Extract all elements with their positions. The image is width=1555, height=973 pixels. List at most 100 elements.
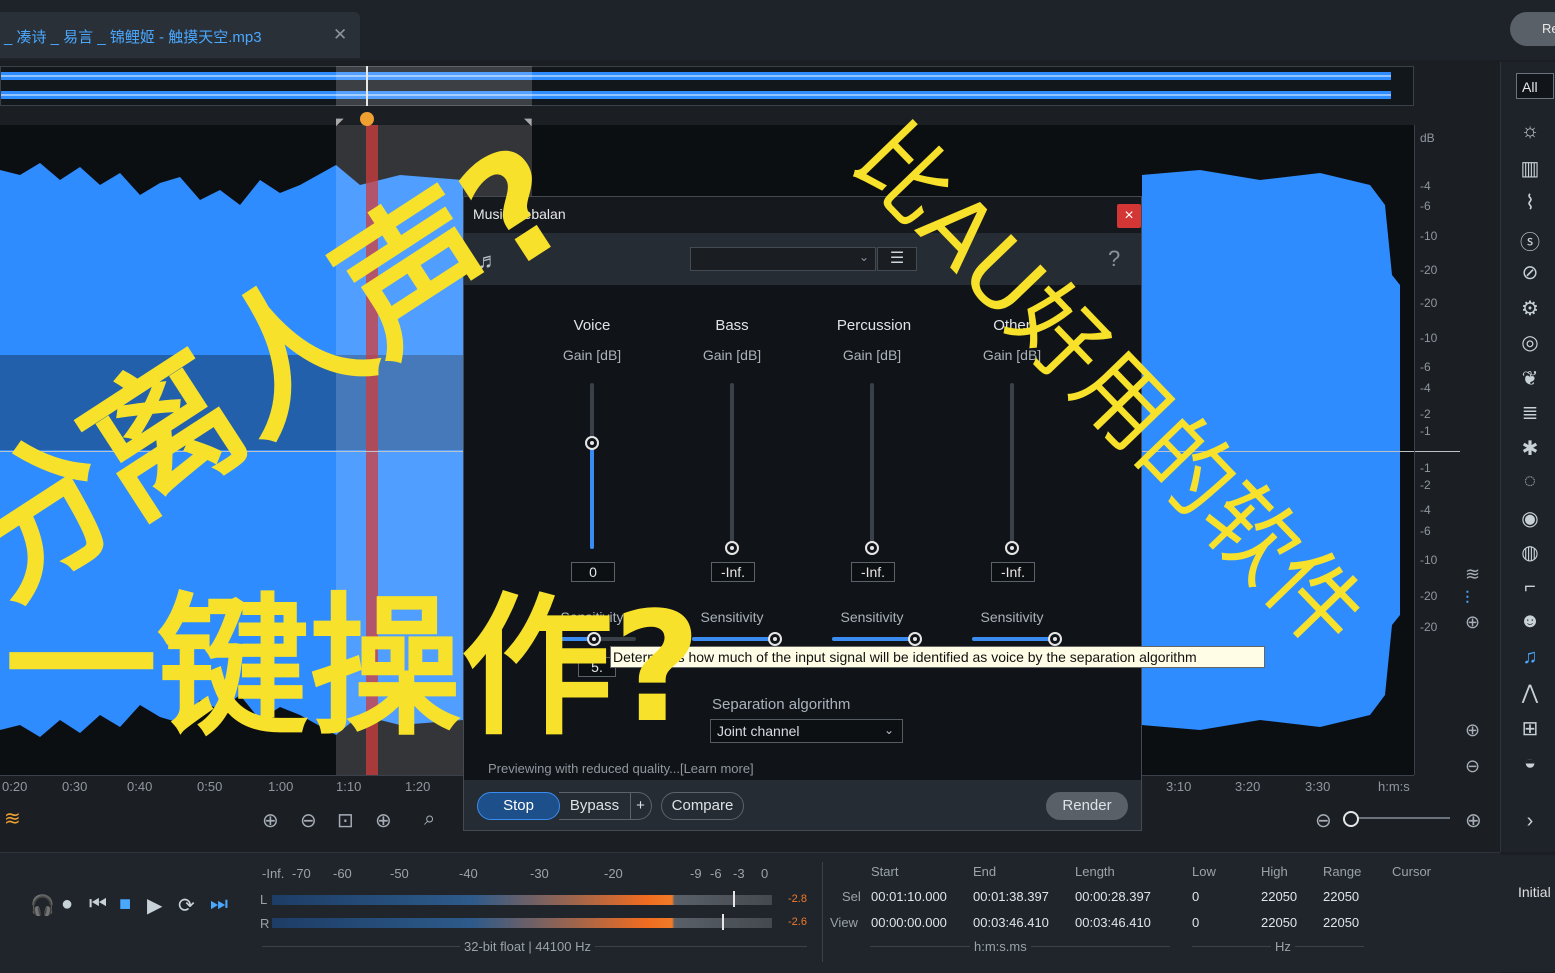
music-rebalance-module-icon[interactable]: ♫ bbox=[1518, 646, 1542, 669]
bass-gain-slider[interactable] bbox=[730, 383, 734, 549]
speech-module-icon[interactable]: ◍ bbox=[1518, 540, 1542, 565]
spectrogram-toggle-icon[interactable]: ≋ bbox=[4, 806, 21, 831]
time-tick: 0:40 bbox=[127, 779, 153, 794]
start-header: Start bbox=[871, 864, 899, 879]
other-sensitivity-knob[interactable] bbox=[1048, 632, 1062, 646]
voice-module-icon[interactable]: ☻ bbox=[1518, 610, 1542, 633]
spectral-mode-icon[interactable]: ⫶ bbox=[1465, 588, 1470, 609]
brightness-module-icon[interactable]: ☼ bbox=[1518, 120, 1542, 143]
stop-button[interactable]: Stop bbox=[477, 792, 560, 820]
db-label: -20 bbox=[1420, 296, 1438, 310]
playhead-handle[interactable] bbox=[360, 112, 374, 126]
waveform-overview[interactable] bbox=[0, 66, 1414, 106]
selection-end-marker-icon[interactable]: ◥ bbox=[524, 117, 532, 128]
v-zoom-in-icon[interactable]: ⊕ bbox=[1465, 612, 1480, 633]
view-low-value[interactable]: 0 bbox=[1192, 915, 1199, 930]
dialogue-module-icon[interactable]: ⚙ bbox=[1518, 296, 1542, 321]
view-row-label: View bbox=[830, 915, 858, 930]
h-zoom-out-icon[interactable]: ⊖ bbox=[1315, 808, 1332, 833]
sel-end-value[interactable]: 00:01:38.397 bbox=[973, 889, 1049, 904]
stop-icon[interactable]: ■ bbox=[119, 893, 131, 916]
other-gain-knob[interactable] bbox=[1005, 541, 1019, 555]
radial-module-icon[interactable]: ◉ bbox=[1518, 506, 1542, 531]
file-tab-title[interactable]: _ 凑诗 _ 易言 _ 锦鲤姬 - 触摸天空.mp3 bbox=[4, 26, 262, 47]
skip-forward-icon[interactable]: ⏭ bbox=[210, 893, 228, 916]
add-module-icon[interactable]: ⊞ bbox=[1518, 716, 1542, 741]
bypass-button[interactable]: Bypass bbox=[559, 792, 631, 820]
h-zoom-slider[interactable] bbox=[1346, 817, 1450, 819]
meter-scale-label: -9 bbox=[690, 866, 702, 881]
history-panel bbox=[1500, 855, 1555, 972]
h-zoom-in-icon[interactable]: ⊕ bbox=[1465, 808, 1482, 833]
h-zoom-slider-thumb[interactable] bbox=[1343, 811, 1359, 827]
plugin-module-icon[interactable]: ✱ bbox=[1518, 436, 1542, 461]
bass-sensitivity-knob[interactable] bbox=[768, 632, 782, 646]
percussion-gain-slider[interactable] bbox=[870, 383, 874, 549]
declick-module-icon[interactable]: ⌇ bbox=[1518, 190, 1542, 215]
voice-title: Voice bbox=[573, 317, 611, 334]
percussion-gain-value[interactable]: -Inf. bbox=[851, 562, 895, 582]
bass-gain-knob[interactable] bbox=[725, 541, 739, 555]
db-label: -20 bbox=[1420, 589, 1438, 603]
record-icon[interactable]: ● bbox=[61, 893, 73, 916]
preview-quality-link[interactable]: Previewing with reduced quality...[Learn… bbox=[488, 761, 754, 776]
curve-module-icon[interactable]: ⌐ bbox=[1518, 576, 1542, 599]
view-range-value[interactable]: 22050 bbox=[1323, 915, 1359, 930]
other-gain-value[interactable]: -Inf. bbox=[991, 562, 1035, 582]
view-start-value[interactable]: 00:00:00.000 bbox=[871, 915, 947, 930]
equalizer-module-icon[interactable]: ▥ bbox=[1518, 156, 1542, 181]
compare-button[interactable]: Compare bbox=[661, 792, 744, 820]
leaf-module-icon[interactable]: ❦ bbox=[1518, 366, 1542, 391]
help-icon[interactable]: ? bbox=[1108, 246, 1120, 272]
eye-module-icon[interactable]: ◒ bbox=[1518, 752, 1542, 775]
loop-icon[interactable]: ⟳ bbox=[178, 893, 195, 918]
view-high-value[interactable]: 22050 bbox=[1261, 915, 1297, 930]
percussion-gain-knob[interactable] bbox=[865, 541, 879, 555]
sel-low-value[interactable]: 0 bbox=[1192, 889, 1199, 904]
zoom-selection-icon[interactable]: ⊡ bbox=[337, 808, 354, 833]
zoom-out-icon[interactable]: ⊖ bbox=[300, 808, 317, 833]
dialog-close-button[interactable]: × bbox=[1117, 204, 1141, 228]
skip-back-icon[interactable]: ⏮ bbox=[89, 893, 107, 916]
spectrum-module-icon[interactable]: ⋀ bbox=[1518, 680, 1542, 705]
history-initial-label[interactable]: Initial bbox=[1518, 884, 1551, 900]
module-filter-dropdown[interactable]: All bbox=[1516, 73, 1554, 99]
range-header: Range bbox=[1323, 864, 1362, 879]
waveform-mode-icon[interactable]: ≋ bbox=[1465, 564, 1480, 585]
view-length-value[interactable]: 00:03:46.410 bbox=[1075, 915, 1151, 930]
deess-module-icon[interactable]: ⓢ bbox=[1518, 226, 1542, 255]
percussion-sensitivity-knob[interactable] bbox=[908, 632, 922, 646]
db-label: -10 bbox=[1420, 553, 1438, 567]
sel-high-value[interactable]: 22050 bbox=[1261, 889, 1297, 904]
sel-length-value[interactable]: 00:00:28.397 bbox=[1075, 889, 1151, 904]
v-zoom-out-icon[interactable]: ⊖ bbox=[1465, 756, 1480, 777]
top-right-button[interactable]: Re bbox=[1510, 12, 1555, 46]
voice-gain-knob[interactable] bbox=[585, 436, 599, 450]
reverb-module-icon[interactable]: ◎ bbox=[1518, 330, 1542, 355]
other-gain-slider[interactable] bbox=[1010, 383, 1014, 549]
expand-sidebar-icon[interactable]: › bbox=[1518, 810, 1542, 833]
sel-range-value[interactable]: 22050 bbox=[1323, 889, 1359, 904]
v-zoom-fit-icon[interactable]: ⊕ bbox=[1465, 720, 1480, 741]
search-icon[interactable]: ⌕ bbox=[424, 808, 435, 831]
meter-scale-label: -Inf. bbox=[262, 866, 285, 881]
dehum-module-icon[interactable]: ⊘ bbox=[1518, 260, 1542, 285]
play-selection-icon[interactable]: ▶ bbox=[147, 893, 162, 918]
separation-algorithm-label: Separation algorithm bbox=[712, 696, 851, 713]
preset-dropdown[interactable]: ⌄ bbox=[690, 247, 876, 271]
view-end-value[interactable]: 00:03:46.410 bbox=[973, 915, 1049, 930]
render-button[interactable]: Render bbox=[1046, 792, 1128, 820]
bass-gain-value[interactable]: -Inf. bbox=[711, 562, 755, 582]
selection-start-marker-icon[interactable]: ◤ bbox=[336, 117, 344, 128]
fade-module-icon[interactable]: ◌ bbox=[1518, 470, 1542, 493]
close-tab-icon[interactable]: ✕ bbox=[333, 25, 347, 45]
zoom-fit-icon[interactable]: ⊕ bbox=[375, 808, 392, 833]
overview-playhead bbox=[366, 66, 368, 106]
other-sensitivity-fill bbox=[972, 637, 1056, 641]
sel-start-value[interactable]: 00:01:10.000 bbox=[871, 889, 947, 904]
headphones-icon[interactable]: 🎧 bbox=[30, 893, 55, 918]
db-label: -1 bbox=[1420, 461, 1431, 475]
wind-module-icon[interactable]: ≣ bbox=[1518, 400, 1542, 425]
separation-algorithm-select[interactable]: Joint channel bbox=[710, 719, 903, 743]
zoom-in-icon[interactable]: ⊕ bbox=[262, 808, 279, 833]
